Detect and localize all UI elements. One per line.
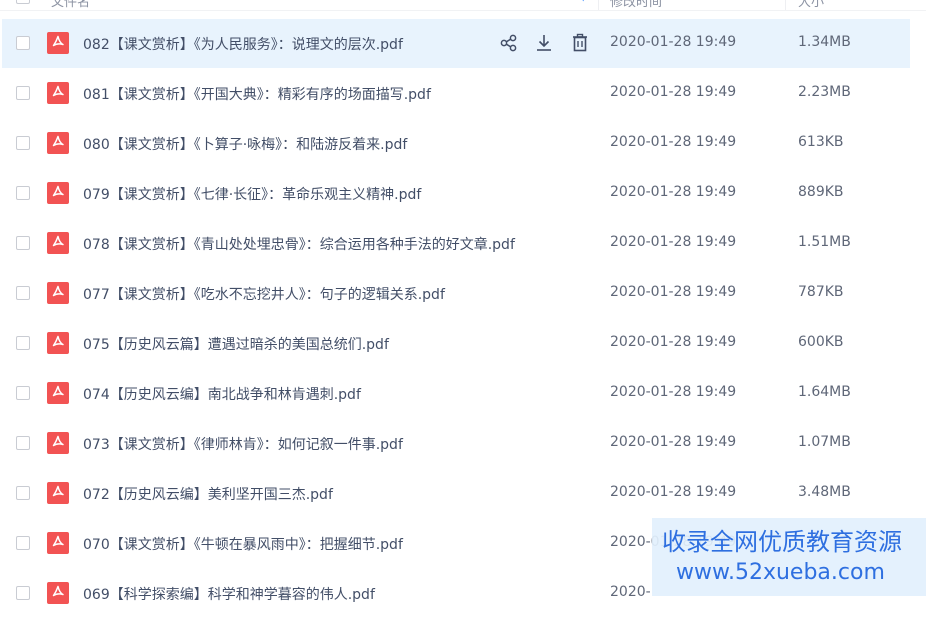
file-row[interactable]: 077【课文赏析】《吃水不忘挖井人》：句子的逻辑关系.pdf 2020-01-28… <box>0 269 926 318</box>
watermark-slogan: 收录全网优质教育资源 <box>662 528 902 556</box>
file-list-header: 文件名 ▼ 修改时间 大小 <box>0 0 926 11</box>
file-name-link[interactable]: 077【课文赏析】《吃水不忘挖井人》：句子的逻辑关系.pdf <box>83 284 445 304</box>
column-header-name[interactable]: 文件名 <box>51 0 90 10</box>
file-size: 1.07MB <box>798 434 851 450</box>
file-size: 2.23MB <box>798 84 851 100</box>
select-all-checkbox[interactable] <box>16 0 30 4</box>
pdf-file-icon <box>47 282 69 304</box>
file-row[interactable]: 074【历史风云编】南北战争和林肯遇刺.pdf 2020-01-28 19:49 1… <box>0 369 926 418</box>
file-modified-time: 2020-01-28 19:49 <box>610 384 737 400</box>
file-row[interactable]: 072【历史风云编】美利坚开国三杰.pdf 2020-01-28 19:49 3.4… <box>0 469 926 518</box>
pdf-file-icon <box>47 482 69 504</box>
row-checkbox[interactable] <box>16 136 30 150</box>
file-name-link[interactable]: 074【历史风云编】南北战争和林肯遇刺.pdf <box>83 384 361 404</box>
pdf-file-icon <box>47 32 69 54</box>
file-name-link[interactable]: 080【课文赏析】《卜算子·咏梅》：和陆游反着来.pdf <box>83 134 407 154</box>
file-row[interactable]: 075【历史风云篇】遭遇过暗杀的美国总统们.pdf 2020-01-28 19:4… <box>0 319 926 368</box>
file-name-link[interactable]: 073【课文赏析】《律师林肯》：如何记叙一件事.pdf <box>83 434 403 454</box>
file-modified-time: 2020-01-28 19:49 <box>610 84 737 100</box>
file-modified-time: 2020- <box>610 584 651 600</box>
file-modified-time: 2020-01-28 19:49 <box>610 484 737 500</box>
row-checkbox[interactable] <box>16 36 30 50</box>
row-checkbox[interactable] <box>16 86 30 100</box>
column-divider <box>598 0 599 10</box>
row-checkbox[interactable] <box>16 286 30 300</box>
row-checkbox[interactable] <box>16 436 30 450</box>
file-size: 889KB <box>798 184 844 200</box>
share-icon[interactable] <box>498 32 520 54</box>
file-size: 1.34MB <box>798 34 851 50</box>
pdf-file-icon <box>47 132 69 154</box>
pdf-file-icon <box>47 582 69 604</box>
file-row[interactable]: 073【课文赏析】《律师林肯》：如何记叙一件事.pdf 2020-01-28 19… <box>0 419 926 468</box>
file-modified-time: 2020-01-28 19:49 <box>610 134 737 150</box>
file-row[interactable]: 078【课文赏析】《青山处处埋忠骨》：综合运用各种手法的好文章.pdf 2020-… <box>0 219 926 268</box>
column-divider <box>785 0 786 10</box>
file-row[interactable]: 082【课文赏析】《为人民服务》：说理文的层次.pdf 2020-01-28 19… <box>2 19 910 68</box>
file-modified-time: 2020-01-28 19:49 <box>610 434 737 450</box>
file-row[interactable]: 081【课文赏析】《开国大典》：精彩有序的场面描写.pdf 2020-01-28 … <box>0 69 926 118</box>
column-header-modified[interactable]: 修改时间 <box>610 0 662 10</box>
row-checkbox[interactable] <box>16 236 30 250</box>
file-size: 1.51MB <box>798 234 851 250</box>
pdf-file-icon <box>47 182 69 204</box>
file-name-link[interactable]: 072【历史风云编】美利坚开国三杰.pdf <box>83 484 333 504</box>
watermark-url: www.52xueba.com <box>676 560 885 585</box>
row-checkbox[interactable] <box>16 536 30 550</box>
file-modified-time: 2020-01-28 19:49 <box>610 234 737 250</box>
file-name-link[interactable]: 075【历史风云篇】遭遇过暗杀的美国总统们.pdf <box>83 334 389 354</box>
watermark-banner: 收录全网优质教育资源 www.52xueba.com <box>652 518 926 596</box>
file-name-link[interactable]: 069【科学探索编】科学和神学暮容的伟人.pdf <box>83 584 375 604</box>
file-size: 787KB <box>798 284 844 300</box>
file-modified-time: 2020-01-28 19:49 <box>610 184 737 200</box>
pdf-file-icon <box>47 432 69 454</box>
file-row[interactable]: 080【课文赏析】《卜算子·咏梅》：和陆游反着来.pdf 2020-01-28 1… <box>0 119 926 168</box>
file-name-link[interactable]: 079【课文赏析】《七律·长征》：革命乐观主义精神.pdf <box>83 184 421 204</box>
pdf-file-icon <box>47 82 69 104</box>
file-modified-time: 2020-01-28 19:49 <box>610 334 737 350</box>
file-modified-time: 2020-01-28 19:49 <box>610 34 737 50</box>
row-checkbox[interactable] <box>16 386 30 400</box>
trash-icon[interactable] <box>569 32 591 54</box>
file-name-link[interactable]: 081【课文赏析】《开国大典》：精彩有序的场面描写.pdf <box>83 84 431 104</box>
file-size: 1.64MB <box>798 384 851 400</box>
pdf-file-icon <box>47 332 69 354</box>
file-size: 3.48MB <box>798 484 851 500</box>
file-name-link[interactable]: 082【课文赏析】《为人民服务》：说理文的层次.pdf <box>83 34 403 54</box>
row-checkbox[interactable] <box>16 336 30 350</box>
file-name-link[interactable]: 078【课文赏析】《青山处处埋忠骨》：综合运用各种手法的好文章.pdf <box>83 234 515 254</box>
sort-down-icon[interactable]: ▼ <box>579 0 587 3</box>
pdf-file-icon <box>47 232 69 254</box>
row-checkbox[interactable] <box>16 586 30 600</box>
file-size: 600KB <box>798 334 844 350</box>
column-header-size[interactable]: 大小 <box>798 0 824 10</box>
file-size: 613KB <box>798 134 844 150</box>
file-row[interactable]: 079【课文赏析】《七律·长征》：革命乐观主义精神.pdf 2020-01-28 … <box>0 169 926 218</box>
pdf-file-icon <box>47 532 69 554</box>
file-name-link[interactable]: 070【课文赏析】《牛顿在暴风雨中》：把握细节.pdf <box>83 534 403 554</box>
row-checkbox[interactable] <box>16 486 30 500</box>
pdf-file-icon <box>47 382 69 404</box>
file-modified-time: 2020-01-28 19:49 <box>610 284 737 300</box>
row-checkbox[interactable] <box>16 186 30 200</box>
download-icon[interactable] <box>533 32 555 54</box>
